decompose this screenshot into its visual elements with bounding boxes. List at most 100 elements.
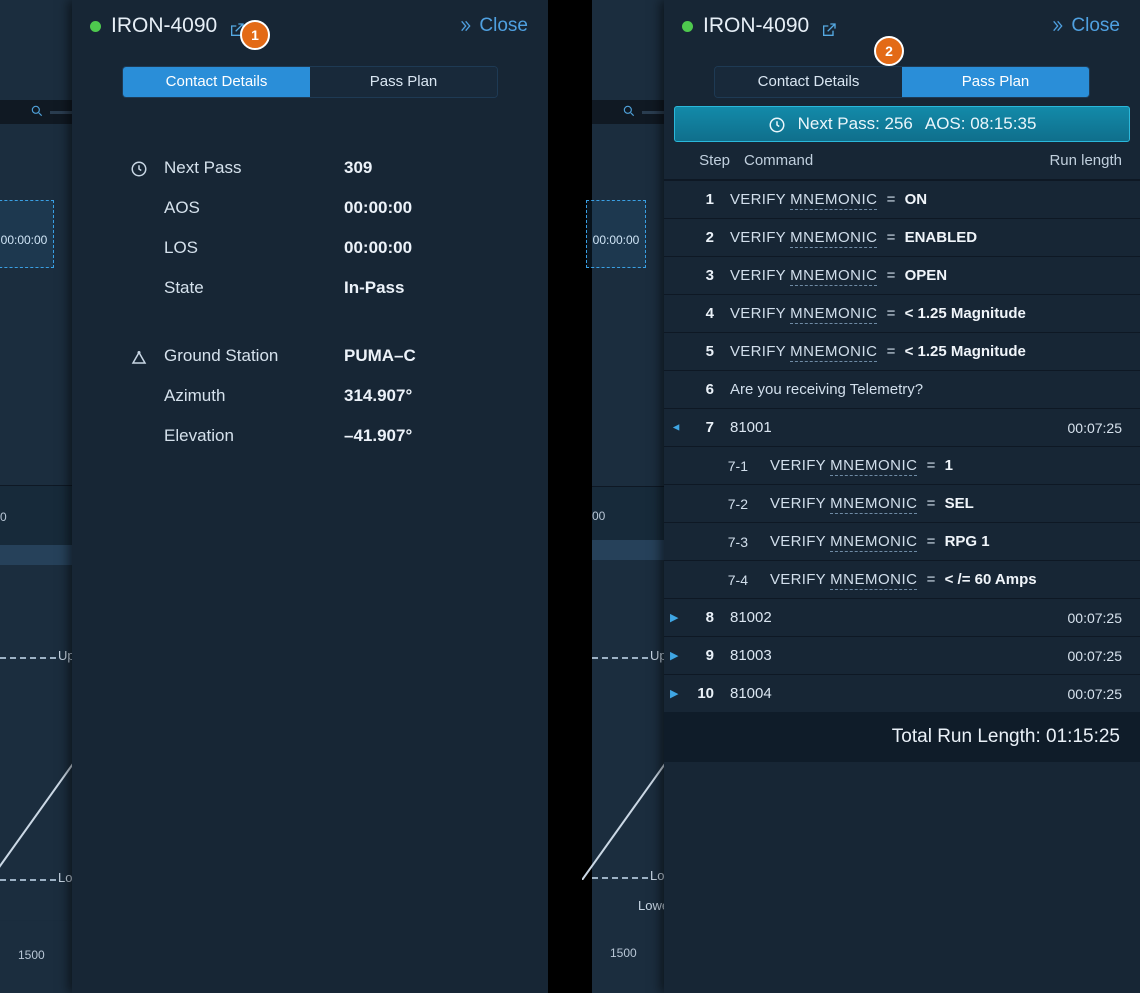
step-number: 4 — [680, 305, 730, 322]
disclosure-icon[interactable]: ▼ — [670, 422, 682, 434]
tab-contact-details[interactable]: Contact Details — [715, 67, 902, 97]
pass-plan-row[interactable]: ▶5VERIFY MNEMONIC = < 1.25 Magnitude — [664, 332, 1140, 370]
pass-plan-sub-row[interactable]: ▶7-3VERIFY MNEMONIC = RPG 1 — [664, 522, 1140, 560]
marker-time: 00:00:00 — [0, 233, 51, 247]
run-length: 00:07:25 — [1042, 420, 1122, 436]
pass-plan-header-row: Step Command Run length — [664, 142, 1140, 180]
step-number: 1 — [680, 191, 730, 208]
col-step: Step — [684, 152, 744, 169]
antenna-icon — [130, 346, 154, 366]
pass-plan-row[interactable]: ▶6Are you receiving Telemetry? — [664, 370, 1140, 408]
elevation-value: –41.907° — [344, 426, 412, 446]
pass-plan-body: ▶1VERIFY MNEMONIC = ON▶2VERIFY MNEMONIC … — [664, 180, 1140, 712]
threshold-upper-line — [592, 657, 648, 659]
close-label: Close — [479, 15, 528, 37]
close-button[interactable]: Close — [1049, 15, 1120, 37]
step-number: 5 — [680, 343, 730, 360]
next-pass-bar: Next Pass: 256 AOS: 08:15:35 — [674, 106, 1130, 142]
aos-label: AOS — [164, 198, 344, 218]
pass-plan-row[interactable]: ▶3VERIFY MNEMONIC = OPEN — [664, 256, 1140, 294]
step-number: 7-2 — [704, 496, 770, 512]
tick-1500: 1500 — [18, 948, 45, 962]
right-screenshot: 00:00:00 00 Up… Lo… Lowe… 1500 IRON-4090 — [592, 0, 1140, 993]
threshold-lower-line — [0, 879, 56, 881]
panel-title: IRON-4090 — [703, 14, 809, 38]
command-cell: VERIFY MNEMONIC = RPG 1 — [770, 533, 1042, 550]
tab-pass-plan[interactable]: Pass Plan — [310, 67, 497, 97]
command-cell: 81004 — [730, 685, 1042, 702]
command-cell: VERIFY MNEMONIC = < 1.25 Magnitude — [730, 343, 1042, 360]
command-cell: VERIFY MNEMONIC = OPEN — [730, 267, 1042, 284]
pass-plan-row[interactable]: ▶4VERIFY MNEMONIC = < 1.25 Magnitude — [664, 294, 1140, 332]
tab-bar: Contact Details Pass Plan — [122, 66, 498, 98]
command-cell: VERIFY MNEMONIC = < /= 60 Amps — [770, 571, 1042, 588]
total-run-length: Total Run Length: 01:15:25 — [664, 712, 1140, 762]
ground-station-value: PUMA–C — [344, 346, 416, 366]
command-cell: Are you receiving Telemetry? — [730, 381, 1042, 398]
step-number: 9 — [680, 647, 730, 664]
step-number: 7-1 — [704, 458, 770, 474]
panel-title: IRON-4090 — [111, 14, 217, 38]
azimuth-value: 314.907° — [344, 386, 412, 406]
contact-details-body: Next Pass 309 AOS 00:00:00 LOS 00:00:00 … — [72, 148, 548, 456]
pass-plan-sub-row[interactable]: ▶7-2VERIFY MNEMONIC = SEL — [664, 484, 1140, 522]
pass-plan-group-row[interactable]: ▶108100400:07:25 — [664, 674, 1140, 712]
step-number: 7 — [680, 419, 730, 436]
col-command: Command — [744, 152, 1032, 169]
threshold-upper-line — [0, 657, 56, 659]
state-value: In-Pass — [344, 278, 404, 298]
run-length: 00:07:25 — [1042, 648, 1122, 664]
pass-plan-group-row[interactable]: ▶88100200:07:25 — [664, 598, 1140, 636]
run-length: 00:07:25 — [1042, 686, 1122, 702]
pass-plan-group-row[interactable]: ▶98100300:07:25 — [664, 636, 1140, 674]
total-label: Total Run Length: — [892, 726, 1041, 747]
status-dot-icon — [682, 21, 693, 32]
step-number: 3 — [680, 267, 730, 284]
timeline-marker[interactable]: 00:00:00 — [586, 200, 646, 268]
state-label: State — [164, 278, 344, 298]
tab-bar: Contact Details Pass Plan — [714, 66, 1090, 98]
step-number: 6 — [680, 381, 730, 398]
search-icon[interactable] — [622, 102, 636, 118]
chevrons-right-icon — [457, 18, 473, 34]
command-cell: 81001 — [730, 419, 1042, 436]
pass-plan-sub-row[interactable]: ▶7-4VERIFY MNEMONIC = < /= 60 Amps — [664, 560, 1140, 598]
annotation-badge-2: 2 — [874, 36, 904, 66]
run-length: 00:07:25 — [1042, 610, 1122, 626]
threshold-lower-line — [592, 877, 648, 879]
los-value: 00:00:00 — [344, 238, 412, 258]
command-cell: VERIFY MNEMONIC = SEL — [770, 495, 1042, 512]
command-cell: 81003 — [730, 647, 1042, 664]
open-external-icon[interactable] — [821, 18, 837, 34]
pass-plan-row[interactable]: ▶1VERIFY MNEMONIC = ON — [664, 180, 1140, 218]
command-cell: VERIFY MNEMONIC = ENABLED — [730, 229, 1042, 246]
step-number: 8 — [680, 609, 730, 626]
pass-plan-row[interactable]: ▶2VERIFY MNEMONIC = ENABLED — [664, 218, 1140, 256]
step-number: 7-4 — [704, 572, 770, 588]
status-dot-icon — [90, 21, 101, 32]
timeline-marker[interactable]: 00:00:00 — [0, 200, 54, 268]
next-pass-value: 309 — [344, 158, 372, 178]
col-runlength: Run length — [1032, 152, 1122, 169]
tab-pass-plan[interactable]: Pass Plan — [902, 67, 1089, 97]
close-button[interactable]: Close — [457, 15, 528, 37]
azimuth-label: Azimuth — [164, 386, 344, 406]
panel-header: IRON-4090 Close — [72, 0, 548, 52]
pass-plan-group-row[interactable]: ▼78100100:07:25 — [664, 408, 1140, 446]
total-value: 01:15:25 — [1046, 726, 1120, 747]
step-number: 2 — [680, 229, 730, 246]
tab-contact-details[interactable]: Contact Details — [123, 67, 310, 97]
contact-panel: IRON-4090 Close 1 Contact Details Pass P… — [72, 0, 548, 993]
ground-station-label: Ground Station — [164, 346, 344, 366]
annotation-badge-1: 1 — [240, 20, 270, 50]
search-icon[interactable] — [30, 102, 44, 118]
pass-plan-sub-row[interactable]: ▶7-1VERIFY MNEMONIC = 1 — [664, 446, 1140, 484]
clock-icon — [768, 114, 786, 134]
clock-icon — [130, 158, 154, 178]
tick-1500: 1500 — [610, 946, 637, 960]
step-number: 7-3 — [704, 534, 770, 550]
marker-time: 00:00:00 — [589, 233, 643, 247]
tick-label: 00 — [592, 509, 605, 523]
command-cell: VERIFY MNEMONIC = ON — [730, 191, 1042, 208]
command-cell: VERIFY MNEMONIC = 1 — [770, 457, 1042, 474]
